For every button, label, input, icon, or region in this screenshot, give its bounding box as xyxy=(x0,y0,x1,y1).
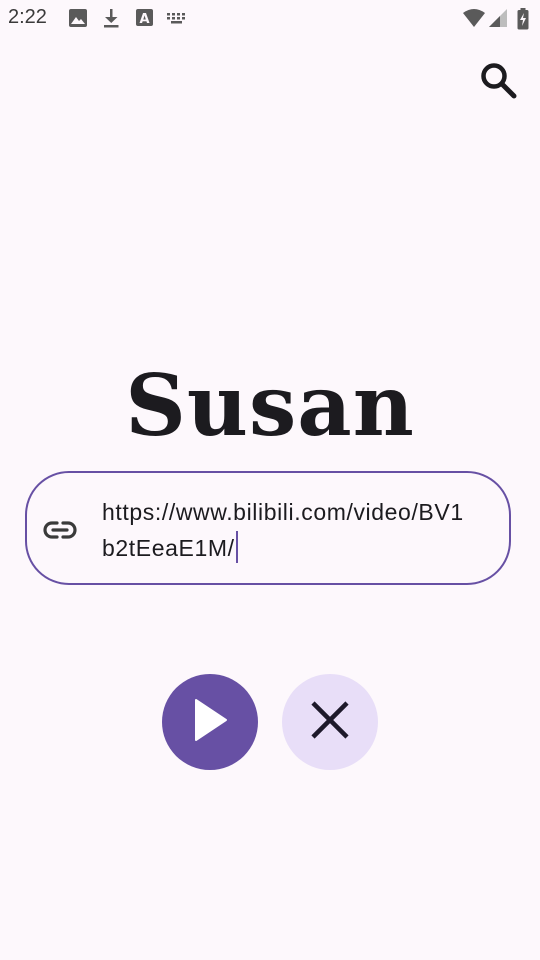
close-icon xyxy=(308,698,352,747)
wifi-icon xyxy=(462,8,486,28)
url-input[interactable]: https://www.bilibili.com/video/BV1b2tEea… xyxy=(102,494,472,566)
battery-icon xyxy=(517,8,529,30)
status-bar: 2:22 A xyxy=(0,0,540,36)
text-cursor xyxy=(235,531,238,563)
clear-button[interactable] xyxy=(282,674,378,770)
font-icon: A xyxy=(135,8,155,28)
search-button[interactable] xyxy=(472,56,524,108)
svg-text:A: A xyxy=(139,12,149,27)
signal-icon xyxy=(488,8,508,28)
url-input-value: https://www.bilibili.com/video/BV1b2tEea… xyxy=(102,499,464,561)
status-time: 2:22 xyxy=(8,6,47,28)
search-icon xyxy=(478,60,518,105)
app-title: Susan xyxy=(125,356,415,455)
link-icon xyxy=(42,518,78,542)
play-icon xyxy=(190,698,230,747)
keyboard-icon xyxy=(166,8,188,28)
download-icon xyxy=(101,8,121,28)
image-icon xyxy=(68,8,88,28)
play-button[interactable] xyxy=(162,674,258,770)
